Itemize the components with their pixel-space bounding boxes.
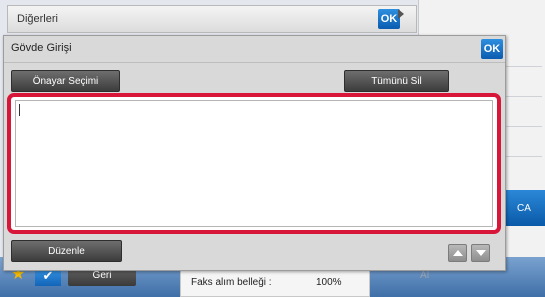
arrow-up-icon[interactable]	[448, 244, 467, 262]
preset-selection-button[interactable]: Önayar Seçimi	[11, 70, 120, 92]
play-arrow-icon[interactable]	[398, 9, 404, 19]
body-text-area[interactable]	[15, 100, 493, 227]
dialog-ok-button[interactable]: OK	[481, 39, 503, 59]
ca-button[interactable]: CA	[503, 190, 545, 226]
body-input-dialog: Gövde Girişi OK Önayar Seçimi Tümünü Sil…	[3, 35, 506, 271]
text-caret	[19, 104, 20, 116]
arrow-down-icon[interactable]	[471, 244, 490, 262]
dialog-title: Gövde Girişi	[11, 42, 72, 54]
clear-all-button[interactable]: Tümünü Sil	[344, 70, 449, 92]
fax-memory-value: 100%	[316, 277, 342, 288]
background-title: Diğerleri	[17, 13, 58, 25]
ai-label: AI	[420, 270, 430, 281]
background-title-bar: Diğerleri OK	[7, 5, 417, 33]
highlighted-text-frame	[7, 93, 501, 234]
edit-button[interactable]: Düzenle	[11, 240, 122, 262]
fax-memory-status: Faks alım belleği : 100%	[180, 268, 370, 297]
background-ok-button[interactable]: OK	[378, 9, 400, 29]
dialog-divider	[4, 62, 505, 63]
fax-memory-label: Faks alım belleği :	[191, 277, 272, 288]
